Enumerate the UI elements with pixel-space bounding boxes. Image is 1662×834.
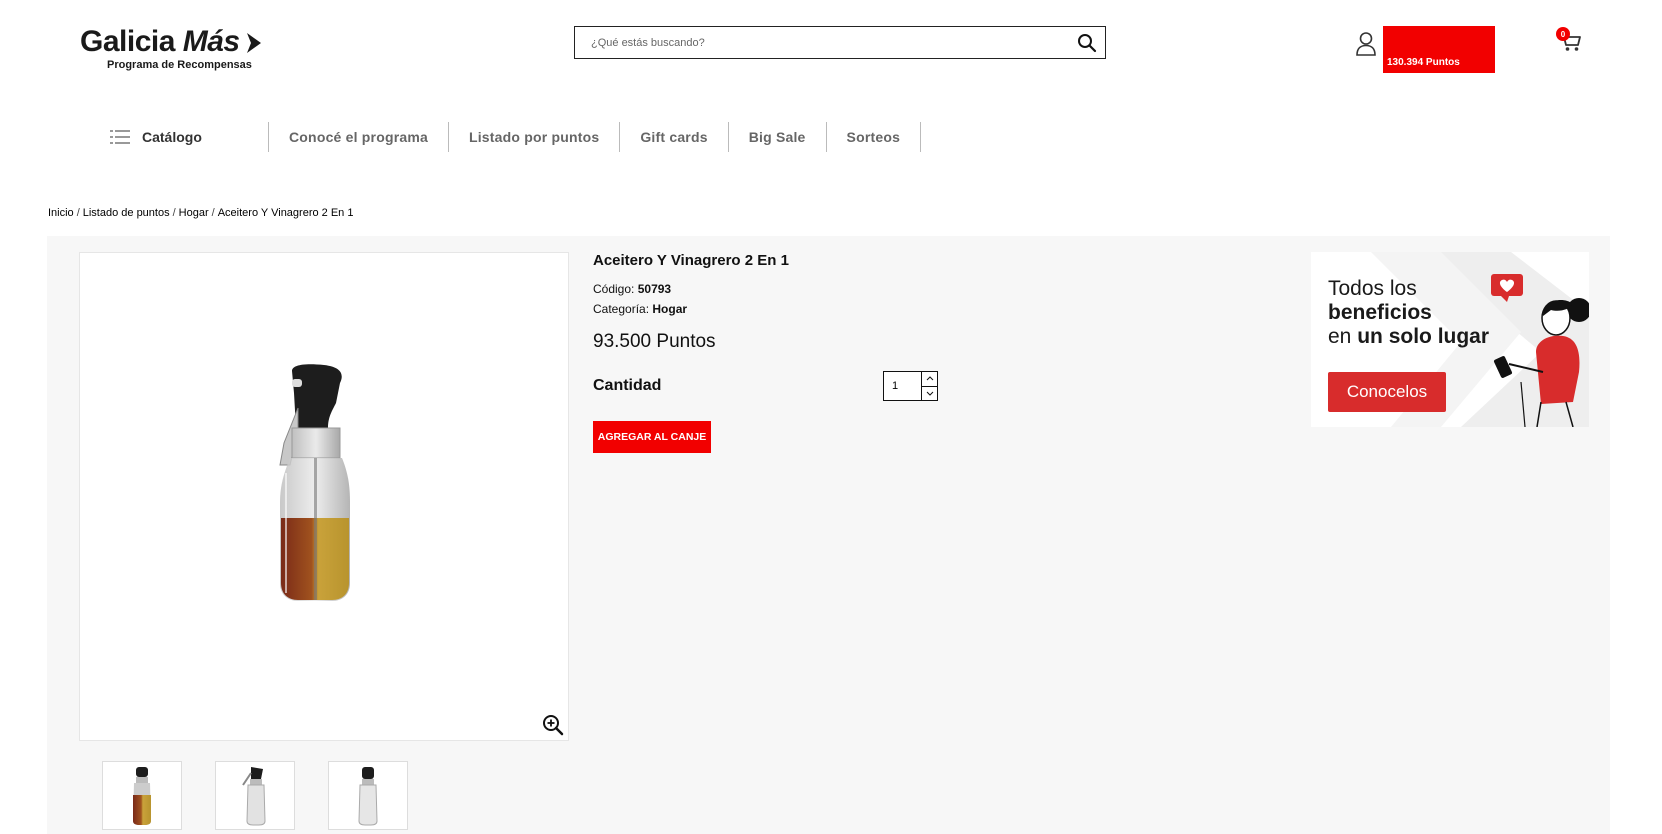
breadcrumb-current: Aceitero Y Vinagrero 2 En 1 (217, 207, 354, 219)
thumbnail-strip (102, 761, 408, 830)
thumbnail-1[interactable] (102, 761, 182, 830)
nav-divider (920, 122, 922, 152)
product-code-row: Código: 50793 (593, 279, 1193, 299)
quantity-spinner (921, 372, 937, 400)
product-meta: Código: 50793 Categoría: Hogar (593, 279, 1193, 319)
points-balance: 130.394 Puntos (1387, 57, 1460, 68)
banner-line3-pre: en (1328, 325, 1358, 348)
quantity-decrease-button[interactable] (922, 385, 937, 401)
product-info: Aceitero Y Vinagrero 2 En 1 Código: 5079… (593, 252, 1193, 453)
banner-line2: beneficios (1328, 301, 1432, 324)
breadcrumb-inicio[interactable]: Inicio (48, 207, 74, 219)
chevron-up-icon (926, 376, 933, 381)
thumbnail-bottle-image (242, 766, 266, 825)
breadcrumb: Inicio / Listado de puntos / Hogar / Aceitero … (48, 207, 354, 219)
quantity-label: Cantidad (593, 377, 662, 394)
nav-item-conoce-el-programa[interactable]: Conocé el programa (269, 122, 448, 152)
nav-item-listado-por-puntos[interactable]: Listado por puntos (449, 122, 619, 152)
add-to-redeem-button[interactable]: AGREGAR AL CANJE (593, 421, 711, 453)
zoom-in-icon[interactable] (541, 713, 565, 737)
chevron-right-icon (246, 33, 261, 54)
breadcrumb-listado[interactable]: Listado de puntos (83, 207, 170, 219)
breadcrumb-hogar[interactable]: Hogar (179, 207, 209, 219)
code-label: Código: (593, 282, 635, 296)
quantity-row: Cantidad (593, 371, 1193, 401)
oil-sprayer-bottle-image (279, 364, 350, 601)
product-category[interactable]: Hogar (652, 302, 687, 316)
category-label: Categoría: (593, 302, 650, 316)
quantity-input[interactable] (884, 372, 921, 400)
thumbnail-bottle-image (358, 766, 378, 825)
product-image[interactable] (79, 252, 569, 741)
thumbnail-bottle-image (133, 766, 151, 825)
redacted-username (1387, 30, 1467, 48)
banner-conocelos-button[interactable]: Conocelos (1328, 372, 1446, 412)
search-icon (1078, 33, 1097, 52)
product-category-row: Categoría: Hogar (593, 299, 1193, 319)
nav-catalog[interactable]: Catálogo (100, 122, 268, 152)
cart-count-badge: 0 (1556, 27, 1570, 41)
search-button[interactable] (1069, 27, 1105, 58)
product-title: Aceitero Y Vinagrero 2 En 1 (593, 252, 789, 269)
nav-item-big-sale[interactable]: Big Sale (729, 122, 826, 152)
quantity-increase-button[interactable] (922, 372, 937, 386)
product-code: 50793 (637, 282, 672, 296)
quantity-stepper (883, 371, 938, 401)
main-nav: Catálogo Conocé el programa Listado por … (100, 122, 922, 152)
chevron-down-icon (926, 391, 933, 396)
brand-logo[interactable]: Galicia Más Programa de Recompensas (80, 26, 280, 80)
user-icon[interactable] (1355, 31, 1377, 57)
nav-item-sorteos[interactable]: Sorteos (827, 122, 921, 152)
promo-banner[interactable]: Todos los beneficios en un solo lugar Co… (1311, 252, 1589, 427)
list-icon (110, 130, 130, 144)
banner-line1: Todos los (1328, 277, 1417, 300)
logo-subtitle: Programa de Recompensas (107, 59, 252, 71)
product-price: 93.500 Puntos (593, 331, 716, 352)
thumbnail-3[interactable] (328, 761, 408, 830)
nav-item-gift-cards[interactable]: Gift cards (620, 122, 727, 152)
product-section: Aceitero Y Vinagrero 2 En 1 Código: 5079… (47, 236, 1610, 834)
logo-title: Galicia Más (80, 26, 280, 58)
search-bar (574, 26, 1106, 59)
search-input[interactable] (575, 27, 1069, 58)
thumbnail-2[interactable] (215, 761, 295, 830)
banner-headline: Todos los beneficios en un solo lugar (1328, 277, 1489, 349)
account-points-box[interactable]: 130.394 Puntos (1383, 26, 1495, 73)
nav-catalog-label: Catálogo (142, 129, 202, 145)
banner-line3-bold: un solo lugar (1357, 325, 1490, 348)
